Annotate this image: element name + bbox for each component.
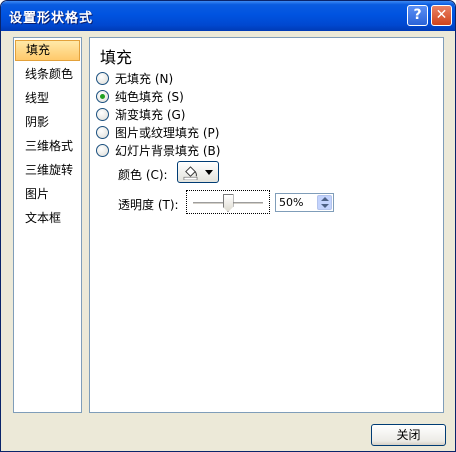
chevron-down-icon: [205, 170, 213, 175]
no-fill-radio[interactable]: [96, 72, 109, 85]
close-window-button[interactable]: ✕: [431, 5, 452, 26]
gradient-fill-label: 渐变填充 (G): [115, 108, 186, 122]
sidebar-item-3d-format[interactable]: 三维格式: [15, 136, 80, 157]
title-bar[interactable]: 设置形状格式 ? ✕: [1, 1, 455, 31]
sidebar-item-picture[interactable]: 图片: [15, 184, 80, 205]
slide-background-fill-label: 幻灯片背景填充 (B): [115, 144, 221, 158]
no-fill-option[interactable]: 无填充 (N): [96, 70, 173, 87]
close-button[interactable]: 关闭: [371, 424, 446, 446]
transparency-value[interactable]: 50%: [279, 195, 315, 210]
slide-background-fill-option[interactable]: 幻灯片背景填充 (B): [96, 142, 220, 159]
transparency-label: 透明度 (T):: [118, 198, 179, 212]
format-shape-dialog: 设置形状格式 ? ✕ 填充 线条颜色 线型 阴影 三维格式 三维旋转 图片 文本…: [0, 0, 456, 452]
transparency-slider[interactable]: [186, 190, 270, 214]
sidebar-item-line-color[interactable]: 线条颜色: [15, 64, 80, 85]
fill-settings-panel: 填充 无填充 (N) 纯色填充 (S) 渐变填充 (G) 图片或纹理填充 (P)…: [89, 37, 444, 413]
spin-up-icon[interactable]: [321, 197, 329, 201]
help-button[interactable]: ?: [407, 5, 428, 26]
no-fill-label: 无填充 (N): [115, 72, 174, 86]
picture-texture-fill-option[interactable]: 图片或纹理填充 (P): [96, 124, 219, 141]
spin-down-icon[interactable]: [321, 204, 329, 208]
slide-background-fill-radio[interactable]: [96, 144, 109, 157]
gradient-fill-option[interactable]: 渐变填充 (G): [96, 106, 185, 123]
gradient-fill-radio[interactable]: [96, 108, 109, 121]
color-label: 颜色 (C):: [118, 168, 168, 182]
category-list: 填充 线条颜色 线型 阴影 三维格式 三维旋转 图片 文本框: [13, 37, 82, 413]
solid-fill-radio[interactable]: [96, 90, 109, 103]
dialog-body: 填充 线条颜色 线型 阴影 三维格式 三维旋转 图片 文本框 填充 无填充 (N…: [5, 31, 451, 449]
fill-bucket-icon: [183, 166, 198, 180]
sidebar-item-text-box[interactable]: 文本框: [15, 208, 80, 229]
solid-fill-option[interactable]: 纯色填充 (S): [96, 88, 184, 105]
dialog-title: 设置形状格式: [9, 11, 94, 26]
solid-fill-label: 纯色填充 (S): [115, 90, 184, 104]
slider-thumb[interactable]: [222, 194, 234, 212]
color-picker-button[interactable]: [177, 161, 219, 183]
panel-heading: 填充: [100, 48, 133, 67]
sidebar-item-fill[interactable]: 填充: [15, 40, 80, 61]
sidebar-item-line-style[interactable]: 线型: [15, 88, 80, 109]
sidebar-item-shadow[interactable]: 阴影: [15, 112, 80, 133]
transparency-spinbox[interactable]: 50%: [275, 193, 334, 212]
picture-texture-fill-radio[interactable]: [96, 126, 109, 139]
picture-texture-fill-label: 图片或纹理填充 (P): [115, 126, 220, 140]
spin-buttons[interactable]: [317, 195, 332, 210]
sidebar-item-3d-rotation[interactable]: 三维旋转: [15, 160, 80, 181]
